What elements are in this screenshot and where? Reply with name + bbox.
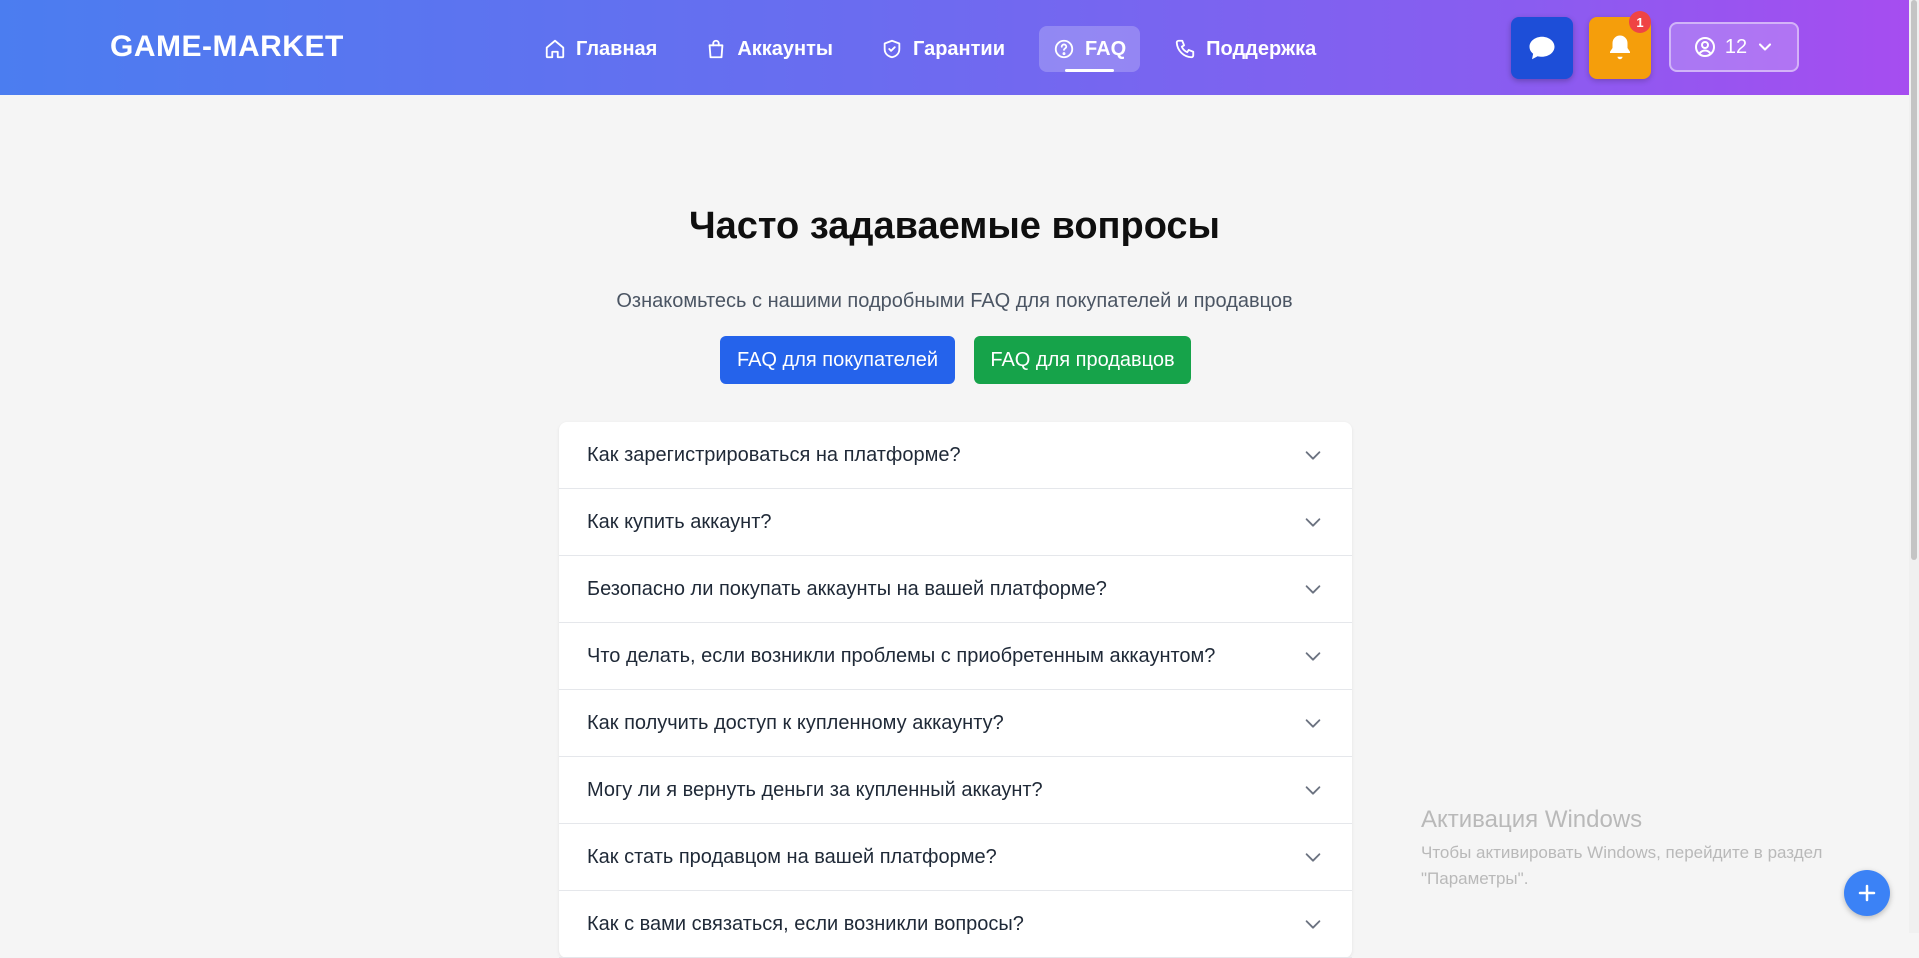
faq-item[interactable]: Как купить аккаунт? (559, 489, 1352, 556)
notification-badge: 1 (1629, 11, 1651, 33)
faq-question: Как с вами связаться, если возникли вопр… (587, 912, 1024, 935)
windows-activation-text: Чтобы активировать Windows, перейдите в … (1421, 843, 1823, 888)
chevron-down-icon (1759, 43, 1772, 51)
shopping-bag-icon (709, 39, 724, 59)
faq-item[interactable]: Могу ли я вернуть деньги за купленный ак… (559, 757, 1352, 824)
page-title: Часто задаваемые вопросы (688, 205, 1221, 247)
faq-item[interactable]: Безопасно ли покупать аккаунты на вашей … (559, 556, 1352, 623)
nav-label: Поддержка (1206, 37, 1317, 60)
faq-question: Как зарегистрироваться на платформе? (587, 443, 961, 466)
faq-question: Как получить доступ к купленному аккаунт… (587, 711, 1004, 734)
nav-label: Аккаунты (737, 37, 834, 60)
user-circle-icon (1694, 37, 1715, 57)
user-menu-button[interactable]: 12 (1669, 22, 1799, 72)
chevron-down-icon (1305, 719, 1321, 728)
faq-item[interactable]: Как получить доступ к купленному аккаунт… (559, 690, 1352, 757)
help-circle-icon (1054, 39, 1074, 59)
main-nav: Главная Аккаунты Гарантии FAQ Поддержка (530, 26, 1350, 72)
user-label: 12 (1724, 35, 1748, 58)
nav-label: Главная (576, 37, 658, 60)
nav-item-home[interactable]: Главная (530, 26, 671, 72)
faq-question: Что делать, если возникли проблемы с при… (587, 644, 1216, 667)
home-icon (545, 39, 565, 59)
windows-activation-title: Активация Windows (1421, 806, 1643, 833)
nav-label: Гарантии (913, 37, 1006, 60)
top-header: GAME-MARKET Главная Аккаунты Гарантии FA… (0, 0, 1909, 95)
chevron-down-icon (1305, 786, 1321, 795)
chat-button[interactable] (1511, 17, 1573, 79)
faq-question: Могу ли я вернуть деньги за купленный ак… (587, 778, 1043, 801)
faq-item[interactable]: Как с вами связаться, если возникли вопр… (559, 891, 1352, 958)
chat-icon (1529, 36, 1555, 60)
bell-icon (1610, 35, 1630, 60)
faq-item[interactable]: Как стать продавцом на вашей платформе? (559, 824, 1352, 891)
shield-icon (883, 39, 901, 59)
faq-sellers-button[interactable]: FAQ для продавцов (974, 336, 1191, 384)
faq-question: Как стать продавцом на вашей платформе? (587, 845, 997, 868)
chevron-down-icon (1305, 585, 1321, 594)
page-subtitle: Ознакомьтесь с нашими подробными FAQ для… (616, 290, 1293, 312)
faq-item[interactable]: Что делать, если возникли проблемы с при… (559, 623, 1352, 690)
nav-item-support[interactable]: Поддержка (1160, 26, 1330, 72)
site-logo[interactable]: GAME-MARKET (110, 30, 344, 64)
faq-accordion: Как зарегистрироваться на платформе? Как… (559, 422, 1352, 958)
faq-question: Как купить аккаунт? (587, 510, 772, 533)
chevron-down-icon (1305, 652, 1321, 661)
add-floating-button[interactable] (1844, 870, 1890, 916)
notifications-button[interactable]: 1 (1589, 11, 1651, 79)
nav-label: FAQ (1085, 37, 1127, 60)
chevron-down-icon (1305, 518, 1321, 527)
faq-question: Безопасно ли покупать аккаунты на вашей … (587, 577, 1107, 600)
chevron-down-icon (1305, 853, 1321, 862)
nav-item-guarantees[interactable]: Гарантии (867, 26, 1019, 72)
plus-icon (1858, 884, 1876, 902)
chevron-down-icon (1305, 920, 1321, 929)
faq-item[interactable]: Как зарегистрироваться на платформе? (559, 422, 1352, 489)
nav-item-accounts[interactable]: Аккаунты (691, 26, 847, 72)
scrollbar-thumb[interactable] (1911, 0, 1917, 560)
chevron-down-icon (1305, 451, 1321, 460)
faq-buyers-button[interactable]: FAQ для покупателей (720, 336, 955, 384)
nav-item-faq[interactable]: FAQ (1039, 26, 1141, 72)
phone-icon (1175, 39, 1195, 59)
